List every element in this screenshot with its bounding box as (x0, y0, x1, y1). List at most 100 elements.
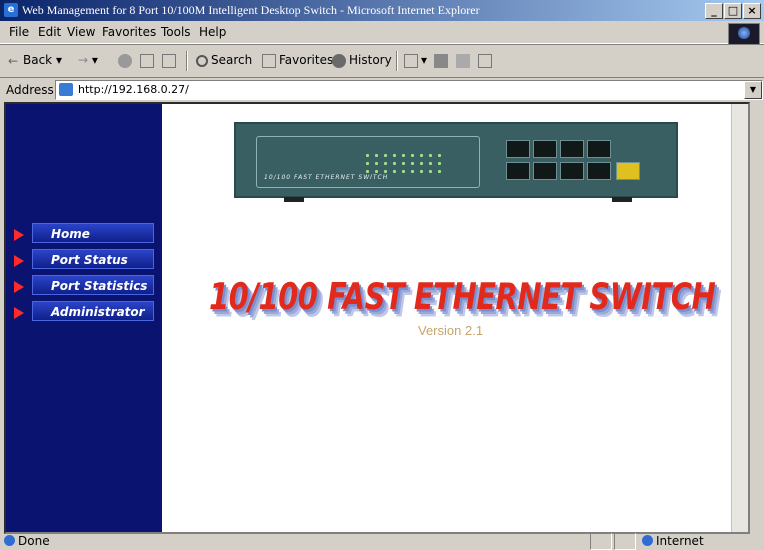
menu-edit[interactable]: Edit (38, 25, 61, 39)
nav-item-port-statistics[interactable]: Port Statistics (14, 275, 160, 297)
mail-button[interactable]: ▾ (404, 53, 427, 68)
edit-button[interactable] (456, 53, 473, 68)
forward-button[interactable]: → ▾ (78, 53, 98, 67)
menu-view[interactable]: View (67, 25, 95, 39)
nav-port-statistics-button[interactable]: Port Statistics (32, 275, 154, 295)
ethernet-port (506, 140, 530, 158)
banner-title: 10/100 FAST ETHERNET SWITCH (209, 275, 716, 318)
home-icon (162, 53, 176, 68)
status-pane (590, 533, 612, 550)
internet-zone-icon (642, 535, 653, 546)
print-icon (434, 53, 448, 68)
status-text: Done (4, 534, 50, 548)
nav-item-home[interactable]: Home (14, 223, 160, 245)
led-light (420, 162, 423, 165)
edit-icon (456, 53, 470, 68)
switch-device-image: 10/100 FAST ETHERNET SWITCH (234, 122, 678, 202)
led-light (393, 154, 396, 157)
favorites-icon (262, 53, 276, 68)
led-light (438, 154, 441, 157)
search-label: Search (211, 53, 253, 67)
led-light (429, 170, 432, 173)
favorites-button[interactable]: Favorites (262, 53, 333, 68)
search-button[interactable]: Search (196, 53, 252, 67)
led-light (402, 170, 405, 173)
nav-item-port-status[interactable]: Port Status (14, 249, 160, 271)
version-label: Version 2.1 (418, 323, 484, 338)
discuss-button[interactable] (478, 53, 495, 68)
ie-app-icon: e (4, 3, 18, 17)
maximize-button[interactable]: □ (724, 3, 742, 19)
led-light (411, 154, 414, 157)
page-content: Home Port Status Port Statistics Adminis… (4, 102, 750, 534)
window-title: Web Management for 8 Port 10/100M Intell… (22, 3, 480, 17)
menu-tools[interactable]: Tools (161, 25, 191, 39)
address-dropdown-button[interactable]: ▼ (744, 81, 762, 99)
status-pane (614, 533, 636, 550)
uplink-port (616, 162, 640, 180)
minimize-button[interactable]: _ (705, 3, 723, 19)
menu-bar: File Edit View Favorites Tools Help (0, 21, 764, 44)
address-url: http://192.168.0.27/ (78, 83, 189, 96)
menu-help[interactable]: Help (199, 25, 226, 39)
led-light (402, 162, 405, 165)
ethernet-port (560, 140, 584, 158)
led-light (375, 170, 378, 173)
device-foot (284, 197, 304, 202)
led-light (384, 170, 387, 173)
close-button[interactable]: × (743, 3, 761, 19)
menu-file[interactable]: File (9, 25, 29, 39)
refresh-button[interactable] (140, 53, 157, 68)
led-light (411, 162, 414, 165)
refresh-icon (140, 53, 154, 68)
stop-button[interactable] (118, 53, 135, 68)
led-light (366, 162, 369, 165)
product-banner: 10/100 FAST ETHERNET SWITCH (209, 269, 716, 318)
ethernet-port (560, 162, 584, 180)
window-titlebar: e Web Management for 8 Port 10/100M Inte… (0, 0, 764, 21)
led-light (429, 162, 432, 165)
led-light (438, 170, 441, 173)
nav-item-administrator[interactable]: Administrator (14, 301, 160, 323)
back-arrow-icon: ← (8, 53, 19, 68)
ethernet-port (587, 162, 611, 180)
led-light (384, 162, 387, 165)
arrow-icon (14, 229, 24, 241)
led-light (429, 154, 432, 157)
window-controls: _ □ × (705, 3, 761, 19)
menu-favorites[interactable]: Favorites (102, 25, 156, 39)
back-button[interactable]: ← Back ▾ (8, 53, 62, 68)
address-input[interactable]: http://192.168.0.27/ ▼ (55, 80, 763, 100)
device-foot (612, 197, 632, 202)
history-button[interactable]: History (332, 53, 392, 68)
nav-port-status-button[interactable]: Port Status (32, 249, 154, 269)
discuss-icon (478, 53, 492, 68)
stop-icon (118, 53, 132, 68)
arrow-icon (14, 255, 24, 267)
nav-administrator-button[interactable]: Administrator (32, 301, 154, 321)
status-bar: Done Internet (0, 532, 764, 550)
home-button[interactable] (162, 53, 179, 68)
arrow-icon (14, 281, 24, 293)
ethernet-port (533, 140, 557, 158)
led-light (366, 154, 369, 157)
led-light (402, 154, 405, 157)
toolbar-separator (396, 51, 398, 71)
standard-toolbar: ← Back ▾ → ▾ Search Favorites History ▾ (0, 44, 764, 78)
led-light (384, 154, 387, 157)
vertical-scrollbar[interactable] (731, 104, 748, 532)
favorites-label: Favorites (279, 53, 334, 67)
mail-icon (404, 53, 418, 68)
led-light (393, 170, 396, 173)
led-light (420, 154, 423, 157)
back-label: Back (23, 53, 53, 67)
history-icon (332, 53, 346, 68)
nav-home-button[interactable]: Home (32, 223, 154, 243)
forward-arrow-icon: → (78, 53, 89, 67)
led-light (411, 170, 414, 173)
search-icon (196, 54, 208, 67)
navigation-sidebar: Home Port Status Port Statistics Adminis… (6, 104, 162, 532)
address-label: Address (6, 83, 54, 97)
ethernet-port (506, 162, 530, 180)
print-button[interactable] (434, 53, 451, 68)
